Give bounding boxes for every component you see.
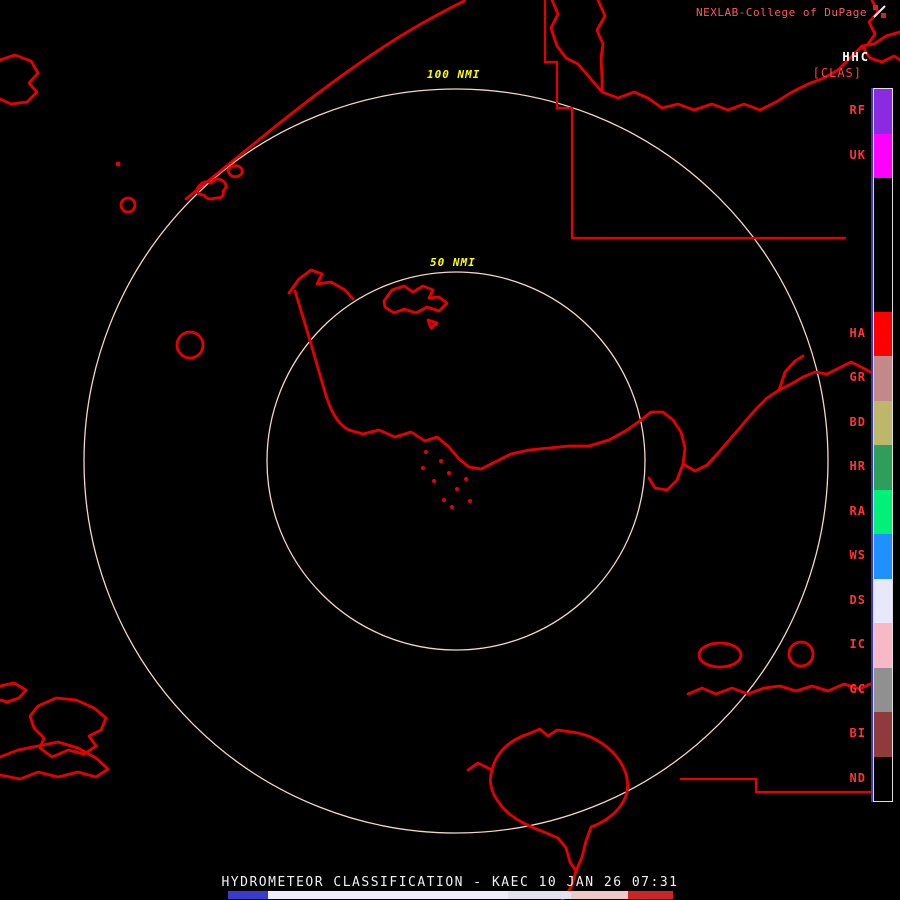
range-rings [83, 88, 829, 834]
legend-swatch [874, 178, 892, 223]
footer-colorbar-segment [628, 891, 673, 899]
legend-label-ic: IC [849, 637, 866, 652]
coastline-outlines [0, 0, 900, 900]
legend-label-gc: GC [849, 681, 866, 696]
legend-label-blank [842, 266, 866, 311]
legend-swatch [874, 578, 892, 623]
legend-label-nd: ND [849, 770, 866, 785]
legend-label-rf: RF [849, 103, 866, 118]
legend-swatch [874, 89, 892, 134]
range-label-50nmi: 50 NMI [427, 255, 479, 270]
legend-swatch [874, 489, 892, 534]
county-boundaries [543, 0, 874, 794]
legend-swatch [874, 667, 892, 712]
legend-label-ha: HA [849, 325, 866, 340]
product-mode: [CLAS] [812, 66, 862, 80]
legend-swatch [874, 356, 892, 401]
legend-label-gr: GR [849, 370, 866, 385]
radar-map [0, 0, 900, 900]
legend-swatch [874, 267, 892, 312]
legend-swatch [874, 133, 892, 178]
legend-swatch [874, 534, 892, 579]
radar-display: 100 NMI 50 NMI NEXLAB-College of DuPage … [0, 0, 900, 900]
product-code: HHC [842, 50, 870, 64]
legend-label-hr: HR [849, 459, 866, 474]
brand-text: NEXLAB-College of DuPage [696, 6, 867, 19]
island-specks [115, 161, 472, 509]
legend-swatch [874, 311, 892, 356]
footer-colorbar-segment [508, 891, 571, 899]
range-ring-inner [266, 271, 646, 651]
legend-label-ra: RA [849, 503, 866, 518]
legend-label-uk: UK [849, 147, 866, 162]
footer-colorbar-segment [268, 891, 509, 899]
legend-labels: RF UK HA GR BD HR RA WS DS IC GC BI ND [842, 88, 866, 800]
legend-label-bd: BD [849, 414, 866, 429]
legend-label-blank [842, 177, 866, 222]
classification-legend: RF UK HA GR BD HR RA WS DS IC GC BI ND [842, 88, 893, 802]
footer-colorbar-segment [570, 891, 629, 899]
footer-colorbar [228, 891, 673, 899]
legend-label-bi: BI [849, 726, 866, 741]
footer-colorbar-segment [228, 891, 269, 899]
range-label-100nmi: 100 NMI [424, 67, 484, 82]
legend-swatch [874, 712, 892, 757]
legend-label-ds: DS [849, 592, 866, 607]
legend-swatch [874, 222, 892, 267]
legend-swatch [874, 756, 892, 801]
legend-swatch [874, 623, 892, 668]
product-title: HYDROMETEOR CLASSIFICATION - KAEC 10 JAN… [221, 875, 679, 890]
range-ring-outer [83, 88, 829, 834]
legend-label-ws: WS [849, 548, 866, 563]
legend-colorbar [873, 88, 893, 802]
legend-label-blank [842, 222, 866, 267]
nexlab-logo-icon [873, 5, 886, 18]
legend-swatch [874, 445, 892, 490]
legend-swatch [874, 400, 892, 445]
